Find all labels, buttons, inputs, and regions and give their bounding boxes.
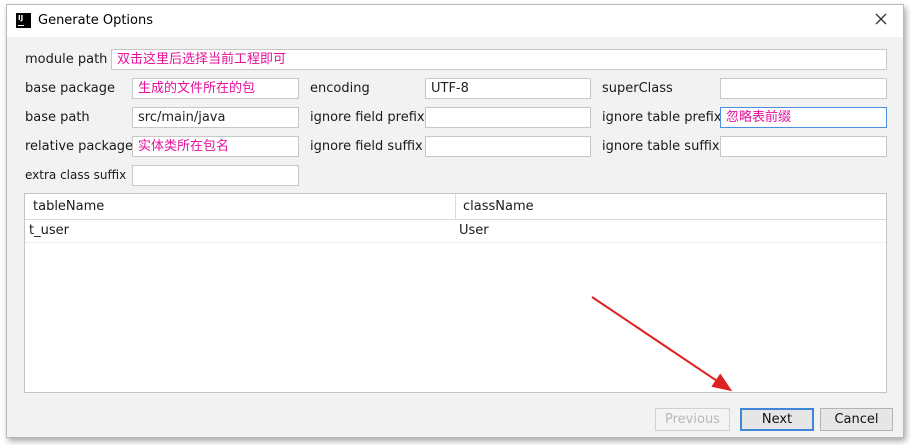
super-class-label: superClass [602,81,673,96]
table-cell-table-name[interactable]: t_user [29,223,69,238]
base-path-input[interactable]: src/main/java [132,107,299,128]
table-cell-class-name[interactable]: User [459,223,489,238]
encoding-input[interactable]: UTF-8 [425,78,591,99]
super-class-input[interactable] [720,78,887,99]
base-path-label: base path [25,110,90,125]
ignore-table-prefix-label: ignore table prefix [602,110,722,125]
close-icon[interactable] [873,11,889,27]
tables-grid[interactable]: tableName className t_user User [24,193,887,393]
module-path-input[interactable]: 双击这里后选择当前工程即可 [111,49,887,70]
ignore-table-prefix-input[interactable]: 忽略表前缀 [720,107,887,128]
previous-button[interactable]: Previous [655,408,730,431]
relative-package-label: relative package [25,139,134,154]
column-divider[interactable] [455,194,456,219]
column-header-table-name[interactable]: tableName [33,199,104,214]
base-package-label: base package [25,81,116,96]
extra-class-suffix-label: extra class suffix [25,168,127,182]
next-button[interactable]: Next [740,408,814,431]
window-title: Generate Options [38,13,154,28]
ignore-field-suffix-label: ignore field suffix [310,139,423,154]
extra-class-suffix-input[interactable] [132,165,299,186]
app-icon-text: IJ [18,14,24,22]
table-row[interactable]: t_user User [25,220,886,243]
generate-options-dialog: IJ Generate Options module path 双击这里后选择当… [6,4,904,438]
relative-package-input[interactable]: 实体类所在包名 [132,136,299,157]
title-bar: IJ Generate Options [7,5,903,37]
column-header-class-name[interactable]: className [463,199,534,214]
module-path-label: module path [25,52,108,67]
cancel-button[interactable]: Cancel [820,408,893,431]
encoding-label: encoding [310,81,370,96]
ignore-field-suffix-input[interactable] [425,136,591,157]
ignore-table-suffix-input[interactable] [720,136,887,157]
ignore-field-prefix-label: ignore field prefix [310,110,425,125]
ignore-table-suffix-label: ignore table suffix [602,139,720,154]
table-header: tableName className [25,194,886,220]
base-package-input[interactable]: 生成的文件所在的包 [132,78,299,99]
ignore-field-prefix-input[interactable] [425,107,591,128]
intellij-icon: IJ [16,13,31,28]
